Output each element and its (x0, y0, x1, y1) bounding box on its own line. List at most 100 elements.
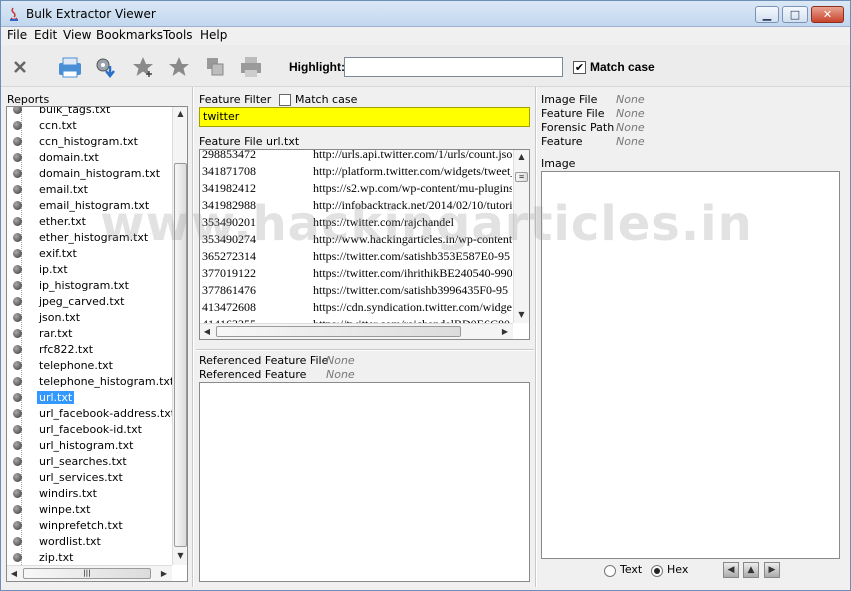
java-app-icon (10, 7, 18, 21)
close-window-button[interactable]: ✕ (811, 6, 844, 23)
toolbar: Highlight: ✔ Match case (1, 45, 850, 87)
next-button[interactable]: ▶ (764, 562, 780, 578)
feature-row[interactable]: 341982412 https://s2.wp.com/wp-content/mu… (200, 180, 512, 197)
feature-row[interactable]: 341982988 http://infobacktrack.net/2014/0… (200, 197, 512, 214)
right-splitter[interactable] (535, 87, 537, 587)
feature-filter-input[interactable]: twitter (199, 107, 530, 127)
report-item[interactable]: json.txt (13, 309, 82, 325)
menu-file[interactable]: File (7, 28, 27, 42)
report-item[interactable]: ether.txt (13, 213, 88, 229)
feature-value: https://twitter.com/ihrithikBE240540-990 (313, 266, 512, 280)
hex-radio[interactable] (651, 565, 663, 577)
scroll-left-icon[interactable]: ◀ (200, 325, 214, 339)
report-item[interactable]: ccn_histogram.txt (13, 133, 140, 149)
report-item[interactable]: wordlist.txt (13, 533, 103, 549)
report-item[interactable]: ccn.txt (13, 117, 79, 133)
close-report-button[interactable] (7, 54, 33, 80)
bookmark-button[interactable] (166, 54, 192, 80)
report-item-label: exif.txt (39, 246, 77, 260)
report-item[interactable]: url.txt (13, 389, 75, 405)
left-splitter[interactable] (192, 87, 194, 587)
feature-row[interactable]: 353490274 http://www.hackingarticles.in/w… (200, 231, 512, 248)
scroll-thumb[interactable] (174, 163, 187, 547)
report-item[interactable]: winpe.txt (13, 501, 92, 517)
export-button[interactable] (93, 54, 119, 80)
reports-tree[interactable]: bulk_tags.txt ccn.txt ccn_histogram.txt dom… (6, 106, 188, 582)
image-view[interactable] (541, 171, 840, 559)
report-item[interactable]: domain.txt (13, 149, 101, 165)
report-item[interactable]: ip.txt (13, 261, 70, 277)
feature-value: https://twitter.com/satishb3996435F0-95 (313, 283, 508, 297)
scroll-right-icon[interactable]: ▶ (498, 325, 512, 339)
report-item[interactable]: url_facebook-address.txt (13, 405, 177, 421)
report-item[interactable]: rar.txt (13, 325, 74, 341)
feature-row[interactable]: 341871708 http://platform.twitter.com/wid… (200, 163, 512, 180)
minimize-button[interactable]: ▁ (755, 6, 779, 23)
report-item-label: domain_histogram.txt (39, 166, 161, 180)
report-item[interactable]: jpeg_carved.txt (13, 293, 127, 309)
menu-view[interactable]: View (63, 28, 91, 42)
feature-row[interactable]: 298853472 http://urls.api.twitter.com/1/u… (200, 150, 512, 163)
report-item[interactable]: rfc822.txt (13, 341, 95, 357)
scroll-down-icon[interactable]: ▼ (173, 549, 187, 563)
scroll-left-icon[interactable]: ◀ (7, 567, 21, 581)
middle-splitter[interactable] (196, 349, 534, 351)
report-item[interactable]: url_services.txt (13, 469, 125, 485)
report-item[interactable]: email.txt (13, 181, 90, 197)
feature-horizontal-scrollbar[interactable]: ◀ ▶ (200, 323, 513, 339)
feature-vertical-scrollbar[interactable]: ▲ = ▼ (513, 150, 529, 323)
report-item-label: telephone_histogram.txt (39, 374, 175, 388)
feature-row[interactable]: 353490201 https://twitter.com/rajchandel (200, 214, 512, 231)
scroll-up-icon[interactable]: ▲ (514, 150, 529, 164)
report-item[interactable]: url_searches.txt (13, 453, 129, 469)
report-item[interactable]: winprefetch.txt (13, 517, 125, 533)
report-item[interactable]: url_histogram.txt (13, 437, 135, 453)
feature-row[interactable]: 377861476 https://twitter.com/satishb3996… (200, 282, 512, 299)
highlight-match-case-checkbox[interactable]: ✔ (573, 61, 586, 74)
report-item[interactable]: ip_histogram.txt (13, 277, 131, 293)
scroll-thumb-horizontal[interactable] (216, 326, 461, 337)
file-node-icon (13, 280, 22, 290)
open-image-button[interactable] (57, 54, 83, 80)
file-node-icon (13, 344, 22, 354)
feature-row[interactable]: 413472608 https://cdn.syndication.twitter… (200, 299, 512, 316)
feature-row[interactable]: 365272314 https://twitter.com/satishb353E… (200, 248, 512, 265)
report-item[interactable]: windirs.txt (13, 485, 99, 501)
report-item[interactable]: exif.txt (13, 245, 79, 261)
report-item[interactable]: telephone_histogram.txt (13, 373, 176, 389)
print-button[interactable] (238, 54, 264, 80)
reports-vertical-scrollbar[interactable]: ▲ ▼ (172, 107, 187, 565)
scroll-thumb-horizontal[interactable]: ||| (23, 568, 151, 579)
feature-table[interactable]: 298853472 http://urls.api.twitter.com/1/u… (199, 149, 530, 340)
report-item[interactable]: domain_histogram.txt (13, 165, 162, 181)
menu-tools[interactable]: Tools (163, 28, 193, 42)
feature-offset: 377019122 (202, 266, 256, 280)
previous-button[interactable]: ◀ (723, 562, 739, 578)
scroll-up-icon[interactable]: ▲ (173, 107, 187, 121)
menu-edit[interactable]: Edit (34, 28, 57, 42)
reports-horizontal-scrollbar[interactable]: ◀ ||| ▶ (7, 565, 172, 581)
highlight-input[interactable] (344, 57, 563, 77)
feature-offset: 341871708 (202, 164, 256, 178)
menu-help[interactable]: Help (200, 28, 227, 42)
scroll-right-icon[interactable]: ▶ (157, 567, 171, 581)
menu-bookmarks[interactable]: Bookmarks (96, 28, 163, 42)
copy-button[interactable] (202, 54, 228, 80)
home-icon: ▲ (747, 565, 755, 575)
filter-match-case-checkbox[interactable] (279, 94, 291, 106)
home-button[interactable]: ▲ (743, 562, 759, 578)
scroll-down-icon[interactable]: ▼ (514, 308, 529, 322)
report-item[interactable]: email_histogram.txt (13, 197, 151, 213)
add-bookmark-button[interactable] (130, 54, 156, 80)
file-node-icon (13, 248, 22, 258)
report-item[interactable]: telephone.txt (13, 357, 115, 373)
referenced-feature-table[interactable] (199, 382, 530, 582)
report-item[interactable]: zip.txt (13, 549, 75, 565)
report-item[interactable]: url_facebook-id.txt (13, 421, 144, 437)
scroll-thumb[interactable]: = (515, 172, 528, 182)
maximize-button[interactable]: □ (782, 6, 808, 23)
feature-row[interactable]: 377019122 https://twitter.com/ihrithikBE2… (200, 265, 512, 282)
report-item[interactable]: bulk_tags.txt (13, 107, 112, 117)
text-radio[interactable] (604, 565, 616, 577)
report-item[interactable]: ether_histogram.txt (13, 229, 150, 245)
